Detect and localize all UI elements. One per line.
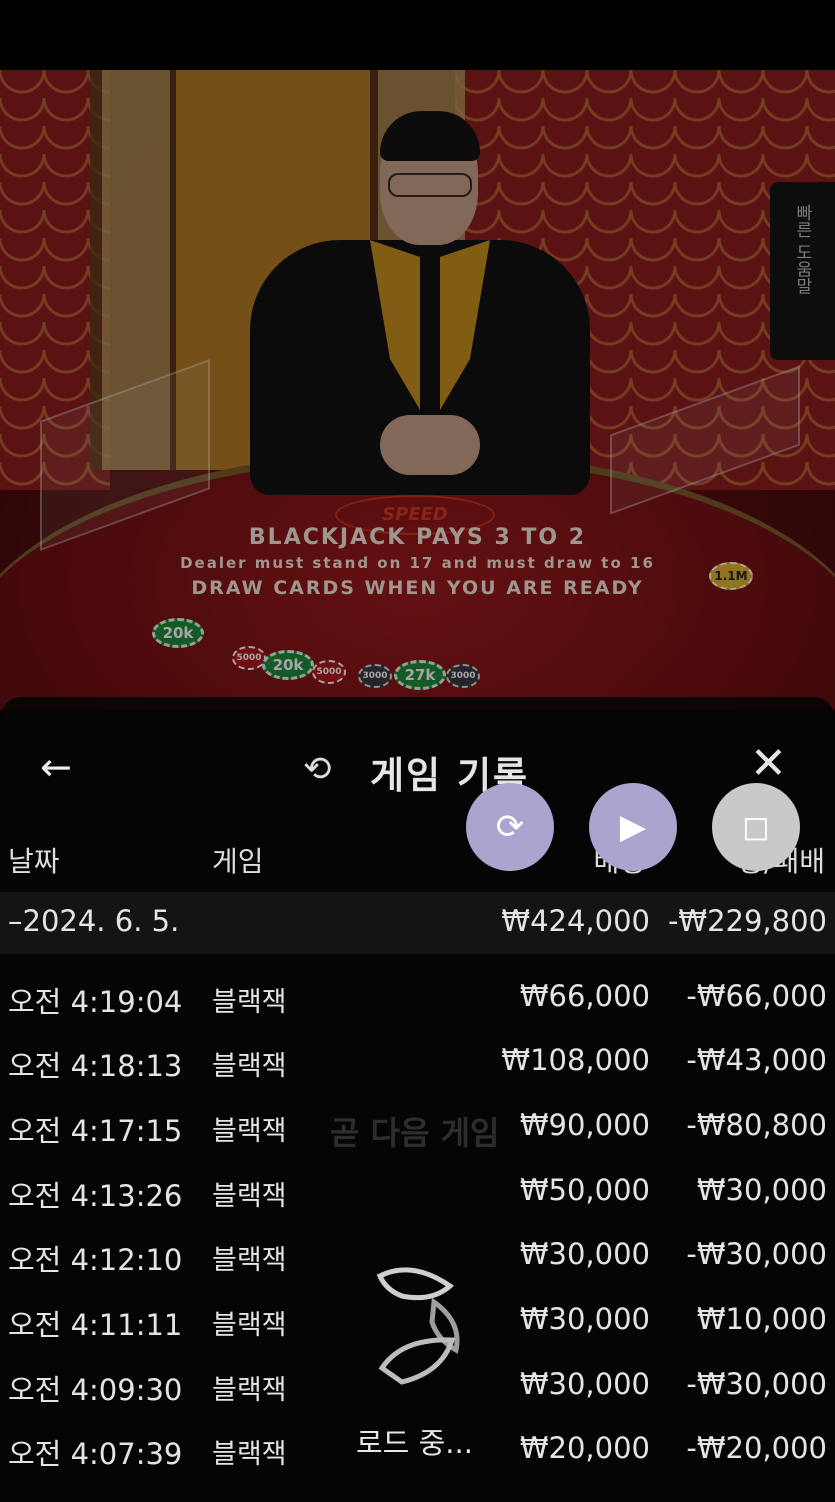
row-win-loss: -₩30,000 xyxy=(686,1367,827,1401)
replay-button[interactable]: ▶ xyxy=(589,783,677,871)
row-bet: ₩50,000 xyxy=(519,1173,650,1207)
stop-icon: ◻ xyxy=(741,807,771,847)
row-time: 오전 4:19:04 xyxy=(8,985,183,1019)
rotate-screen-button[interactable]: ⟳ xyxy=(466,783,554,871)
history-clock-icon: ⟲ xyxy=(303,749,332,789)
row-game: 블랙잭 xyxy=(212,1375,287,1406)
row-win-loss: ₩10,000 xyxy=(696,1302,827,1336)
row-bet: ₩20,000 xyxy=(519,1431,650,1465)
close-icon: ✕ xyxy=(750,738,787,789)
stop-button[interactable]: ◻ xyxy=(712,783,800,871)
row-game: 블랙잭 xyxy=(212,1116,287,1147)
row-time: 오전 4:13:26 xyxy=(8,1179,183,1213)
row-bet: ₩30,000 xyxy=(519,1237,650,1271)
row-bet: ₩90,000 xyxy=(519,1108,650,1142)
close-button[interactable]: ✕ xyxy=(750,741,796,787)
row-bet: ₩30,000 xyxy=(519,1302,650,1336)
summary-win-loss: -₩229,800 xyxy=(667,904,827,938)
next-game-text: 곧 다음 게임 xyxy=(330,1114,500,1152)
row-bet: ₩108,000 xyxy=(501,1043,650,1077)
summary-bet: ₩424,000 xyxy=(501,904,650,938)
row-time: 오전 4:18:13 xyxy=(8,1049,183,1083)
replay-icon: ▶ xyxy=(619,807,647,847)
panel-header: ← ⟲ 게임 기록 ✕ xyxy=(0,737,835,798)
row-win-loss: -₩66,000 xyxy=(686,979,827,1013)
row-time: 오전 4:11:11 xyxy=(8,1308,183,1342)
row-time: 오전 4:12:10 xyxy=(8,1243,183,1277)
column-header-game: 게임 xyxy=(212,845,264,878)
row-win-loss: -₩30,000 xyxy=(686,1237,827,1271)
row-win-loss: ₩30,000 xyxy=(696,1173,827,1207)
column-header-date: 날짜 xyxy=(8,845,60,878)
row-time: 오전 4:09:30 xyxy=(8,1373,183,1407)
row-bet: ₩30,000 xyxy=(519,1367,650,1401)
row-game: 블랙잭 xyxy=(212,1439,287,1470)
row-win-loss: -₩80,800 xyxy=(686,1108,827,1142)
row-game: 블랙잭 xyxy=(212,1245,287,1276)
row-bet: ₩66,000 xyxy=(519,979,650,1013)
loading-text: 로드 중... xyxy=(356,1426,473,1460)
row-time: 오전 4:17:15 xyxy=(8,1114,183,1148)
row-time: 오전 4:07:39 xyxy=(8,1437,183,1471)
row-game: 블랙잭 xyxy=(212,1181,287,1212)
row-win-loss: -₩20,000 xyxy=(686,1431,827,1465)
summary-date: –2024. 6. 5. xyxy=(8,904,180,938)
loading-spinner-icon xyxy=(376,1267,460,1385)
row-game: 블랙잭 xyxy=(212,987,287,1018)
back-button[interactable]: ← xyxy=(40,747,84,791)
rotate-screen-icon: ⟳ xyxy=(495,807,525,847)
date-summary-row[interactable]: –2024. 6. 5. ₩424,000 -₩229,800 xyxy=(0,892,835,954)
row-game: 블랙잭 xyxy=(212,1310,287,1341)
row-win-loss: -₩43,000 xyxy=(686,1043,827,1077)
arrow-left-icon: ← xyxy=(40,745,72,789)
row-game: 블랙잭 xyxy=(212,1051,287,1082)
